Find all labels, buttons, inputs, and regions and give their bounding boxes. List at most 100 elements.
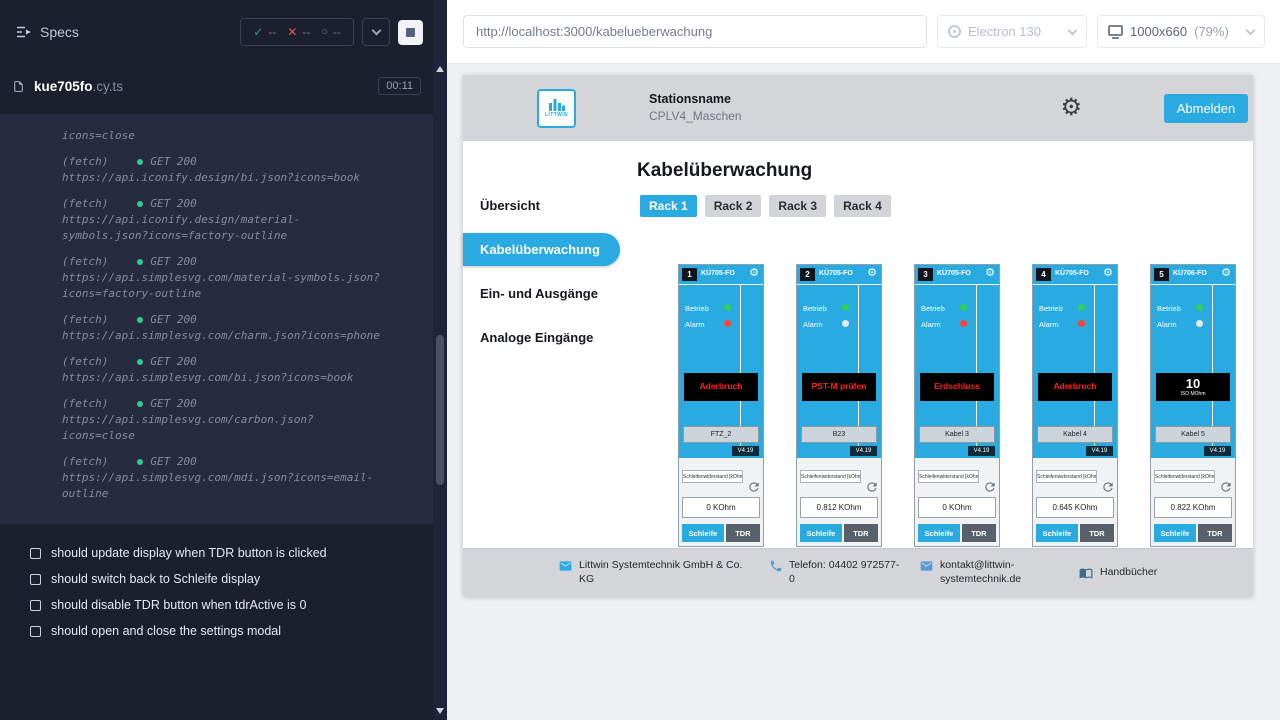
schleife-button[interactable]: Schleife <box>800 524 842 542</box>
settings-gear-icon[interactable]: ⚙ <box>1060 96 1082 120</box>
card-model-label: KÜ705-FO <box>701 270 735 277</box>
card-settings-icon[interactable]: ⚙ <box>1103 268 1113 279</box>
log-entry[interactable]: (fetch)GET 200 https://api.simplesvg.com… <box>62 396 419 444</box>
measurement-label: Schleifenwiderstand [kOhm] <box>1036 470 1097 483</box>
collapse-button[interactable] <box>362 18 390 46</box>
schleife-button[interactable]: Schleife <box>918 524 960 542</box>
measurement-label: Schleifenwiderstand [kOhm] <box>918 470 979 483</box>
scrollbar[interactable] <box>433 0 447 720</box>
divider <box>679 284 763 285</box>
tab-rack-1[interactable]: Rack 1 <box>640 195 697 217</box>
footer-email[interactable]: kontakt@littwin-systemtechnik.de <box>919 559 1060 586</box>
browser-selector[interactable]: Electron 130 <box>937 15 1087 48</box>
sidebar-item-analoge-eingaenge[interactable]: Analoge Eingänge <box>463 321 620 354</box>
spec-name: kue705fo.cy.ts <box>34 79 123 94</box>
email-icon <box>558 559 573 573</box>
firmware-version: V4.19 <box>1204 446 1231 456</box>
log-entry[interactable]: (fetch)GET 200 https://api.simplesvg.com… <box>62 454 419 502</box>
phone-icon <box>769 559 783 573</box>
tab-rack-4[interactable]: Rack 4 <box>834 195 891 217</box>
betrieb-indicator <box>842 304 849 311</box>
tdr-button[interactable]: TDR <box>1080 524 1114 542</box>
stat-failed: ✕-- <box>287 25 310 39</box>
log-entry[interactable]: (fetch)GET 200 https://api.iconify.desig… <box>62 154 419 186</box>
log-entry[interactable]: icons=close <box>62 128 419 144</box>
specs-button[interactable]: Specs <box>16 24 79 40</box>
test-item[interactable]: should switch back to Schleife display <box>0 566 433 592</box>
alarm-label: Alarm <box>803 320 823 329</box>
tab-rack-3[interactable]: Rack 3 <box>769 195 826 217</box>
chevron-down-icon <box>371 26 381 36</box>
test-title: should disable TDR button when tdrActive… <box>51 598 306 612</box>
measurement-value: 0 KOhm <box>682 497 760 518</box>
measurement-value: 0.812 KOhm <box>800 497 878 518</box>
scroll-up-icon[interactable] <box>436 66 444 72</box>
sidebar-item-ein-und-ausgaenge[interactable]: Ein- und Ausgänge <box>463 277 620 310</box>
sidebar-item-kabelueberwachung[interactable]: Kabelüberwachung <box>463 233 620 266</box>
refresh-icon[interactable] <box>747 480 761 494</box>
test-item[interactable]: should update display when TDR button is… <box>0 540 433 566</box>
schleife-button[interactable]: Schleife <box>1154 524 1196 542</box>
electron-icon <box>948 25 961 38</box>
refresh-icon[interactable] <box>983 480 997 494</box>
tdr-button[interactable]: TDR <box>844 524 878 542</box>
command-log: icons=close (fetch)GET 200 https://api.i… <box>0 114 433 524</box>
cable-name: FTZ_2 <box>683 426 759 443</box>
device-cards: 1 KÜ705-FO ⚙ Betrieb Alarm Aderbruch FTZ… <box>678 264 1253 547</box>
spec-file-row[interactable]: kue705fo.cy.ts 00:11 <box>12 68 421 104</box>
status-display: 10 ISO MOhm <box>1156 373 1230 401</box>
tdr-button[interactable]: TDR <box>726 524 760 542</box>
log-entry[interactable]: (fetch)GET 200 https://api.simplesvg.com… <box>62 254 419 302</box>
alarm-indicator <box>724 320 731 327</box>
tab-rack-2[interactable]: Rack 2 <box>705 195 762 217</box>
log-url: https://api.iconify.design/bi.json?icons… <box>62 170 380 186</box>
card-number-badge: 4 <box>1036 268 1051 281</box>
test-box-icon <box>30 574 41 585</box>
footer-company[interactable]: Littwin Systemtechnik GmbH & Co. KG <box>558 559 751 586</box>
sidebar-item-uebersicht[interactable]: Übersicht <box>463 189 620 222</box>
scrollbar-thumb[interactable] <box>436 335 444 485</box>
card-settings-icon[interactable]: ⚙ <box>1221 268 1231 279</box>
tdr-button[interactable]: TDR <box>1198 524 1232 542</box>
rack-tabs: Rack 1 Rack 2 Rack 3 Rack 4 <box>640 195 1253 217</box>
measurement-value: 0 KOhm <box>918 497 996 518</box>
device-card-5: 5 KÜ706-FO ⚙ Betrieb Alarm 10 ISO MOh <box>1150 264 1236 547</box>
status-dot-icon <box>137 201 143 207</box>
firmware-version: V4.19 <box>850 446 877 456</box>
scroll-down-icon[interactable] <box>436 708 444 714</box>
card-settings-icon[interactable]: ⚙ <box>749 268 759 279</box>
test-item[interactable]: should disable TDR button when tdrActive… <box>0 592 433 618</box>
stat-passed: ✓-- <box>253 25 276 39</box>
card-settings-icon[interactable]: ⚙ <box>985 268 995 279</box>
log-entry[interactable]: (fetch)GET 200 https://api.iconify.desig… <box>62 196 419 244</box>
stop-button[interactable] <box>398 20 423 45</box>
card-settings-icon[interactable]: ⚙ <box>867 268 877 279</box>
http-status: GET 200 <box>150 196 196 212</box>
schleife-button[interactable]: Schleife <box>1036 524 1078 542</box>
footer-phone[interactable]: Telefon: 04402 972577-0 <box>769 559 901 586</box>
refresh-icon[interactable] <box>1101 480 1115 494</box>
alarm-indicator <box>1078 320 1085 327</box>
test-item[interactable]: should open and close the settings modal <box>0 618 433 644</box>
status-display: Aderbruch <box>684 373 758 401</box>
schleife-button[interactable]: Schleife <box>682 524 724 542</box>
refresh-icon[interactable] <box>865 480 879 494</box>
url-input[interactable] <box>463 15 927 48</box>
card-number-badge: 3 <box>918 268 933 281</box>
x-icon: ✕ <box>287 25 297 39</box>
viewport-selector[interactable]: 1000x660 (79%) <box>1097 15 1265 48</box>
tdr-button[interactable]: TDR <box>962 524 996 542</box>
logout-button[interactable]: Abmelden <box>1164 94 1248 123</box>
footer-manuals[interactable]: Handbücher <box>1078 566 1157 580</box>
log-entry[interactable]: (fetch)GET 200 https://api.simplesvg.com… <box>62 354 419 386</box>
cypress-reporter: Specs ✓-- ✕-- ○-- kue705fo.cy.ts 00:11 i… <box>0 0 433 720</box>
test-title: should open and close the settings modal <box>51 624 281 638</box>
log-url: https://api.iconify.design/material-symb… <box>62 212 380 244</box>
log-entry[interactable]: (fetch)GET 200 https://api.simplesvg.com… <box>62 312 419 344</box>
refresh-icon[interactable] <box>1219 480 1233 494</box>
cypress-toolbar: Specs ✓-- ✕-- ○-- <box>0 0 433 64</box>
status-dot-icon <box>137 359 143 365</box>
http-status: GET 200 <box>150 396 196 412</box>
littwin-logo-icon <box>549 99 565 111</box>
alarm-indicator <box>960 320 967 327</box>
